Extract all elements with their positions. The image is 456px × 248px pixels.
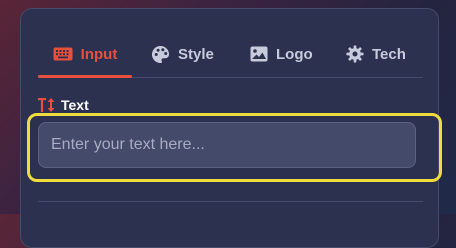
tab-logo-label: Logo — [276, 45, 313, 63]
palette-icon — [151, 45, 170, 64]
text-label: Text — [61, 97, 89, 113]
tab-bar: Input Style Logo Tech — [38, 39, 423, 78]
keyboard-icon — [53, 47, 73, 61]
focus-highlight — [27, 113, 442, 182]
tab-input-label: Input — [80, 45, 118, 63]
input-panel-card: Input Style Logo Tech Text Enter your te… — [20, 8, 442, 248]
tab-input[interactable]: Input — [38, 39, 132, 78]
tab-style-label: Style — [178, 45, 214, 63]
image-icon — [250, 46, 268, 62]
tab-tech[interactable]: Tech — [346, 39, 406, 69]
text-height-icon — [38, 98, 54, 112]
gear-icon — [346, 45, 364, 63]
text-field-label: Text — [38, 97, 89, 113]
divider — [38, 201, 423, 202]
tab-logo[interactable]: Logo — [250, 39, 313, 69]
tab-tech-label: Tech — [372, 45, 406, 63]
tab-style[interactable]: Style — [151, 39, 214, 69]
